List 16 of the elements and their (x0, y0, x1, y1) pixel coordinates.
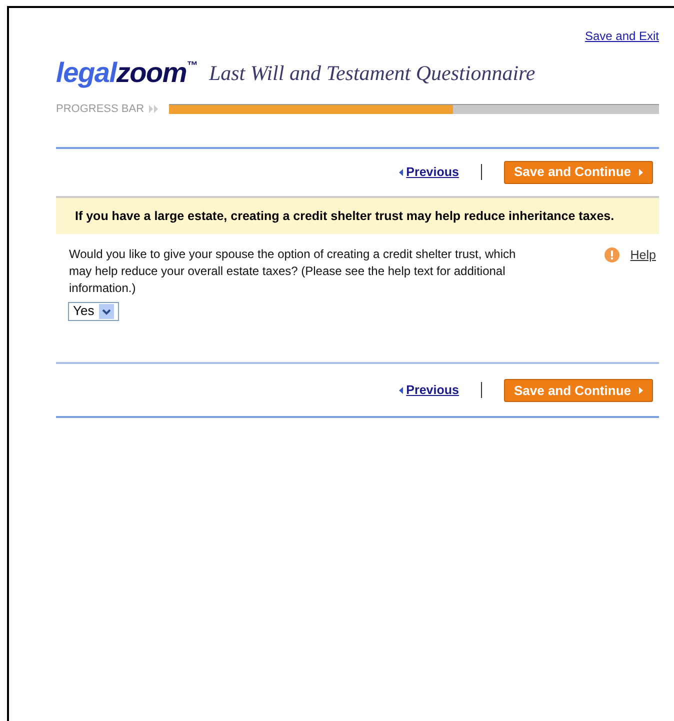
progress-label: PROGRESS BAR (56, 102, 144, 117)
question-text: Would you like to give your spouse the option of creating a credit shelter trust, which may help reduce your overall estate taxes? (Please see the help text for additional information.) (69, 246, 517, 296)
page-title: Last Will and Testament Questionnaire (208, 60, 536, 86)
double-arrow-icon (148, 105, 160, 114)
help-link[interactable]: Help (630, 246, 656, 264)
logo: legalzoom™ (56, 56, 198, 90)
left-arrow-icon (399, 386, 404, 394)
left-arrow-icon (399, 168, 404, 176)
save-and-exit-link[interactable]: Save and Exit (584, 27, 659, 45)
right-arrow-icon (639, 168, 643, 176)
right-arrow-icon (639, 386, 643, 394)
notice-text: If you have a large estate, creating a credit shelter trust may help reduce inheritance taxes. (75, 208, 616, 224)
alert-icon (604, 246, 620, 262)
previous-link[interactable]: Previous (399, 162, 459, 182)
answer-dropdown[interactable]: Yes (68, 302, 120, 320)
previous-link[interactable]: Previous (399, 380, 459, 400)
